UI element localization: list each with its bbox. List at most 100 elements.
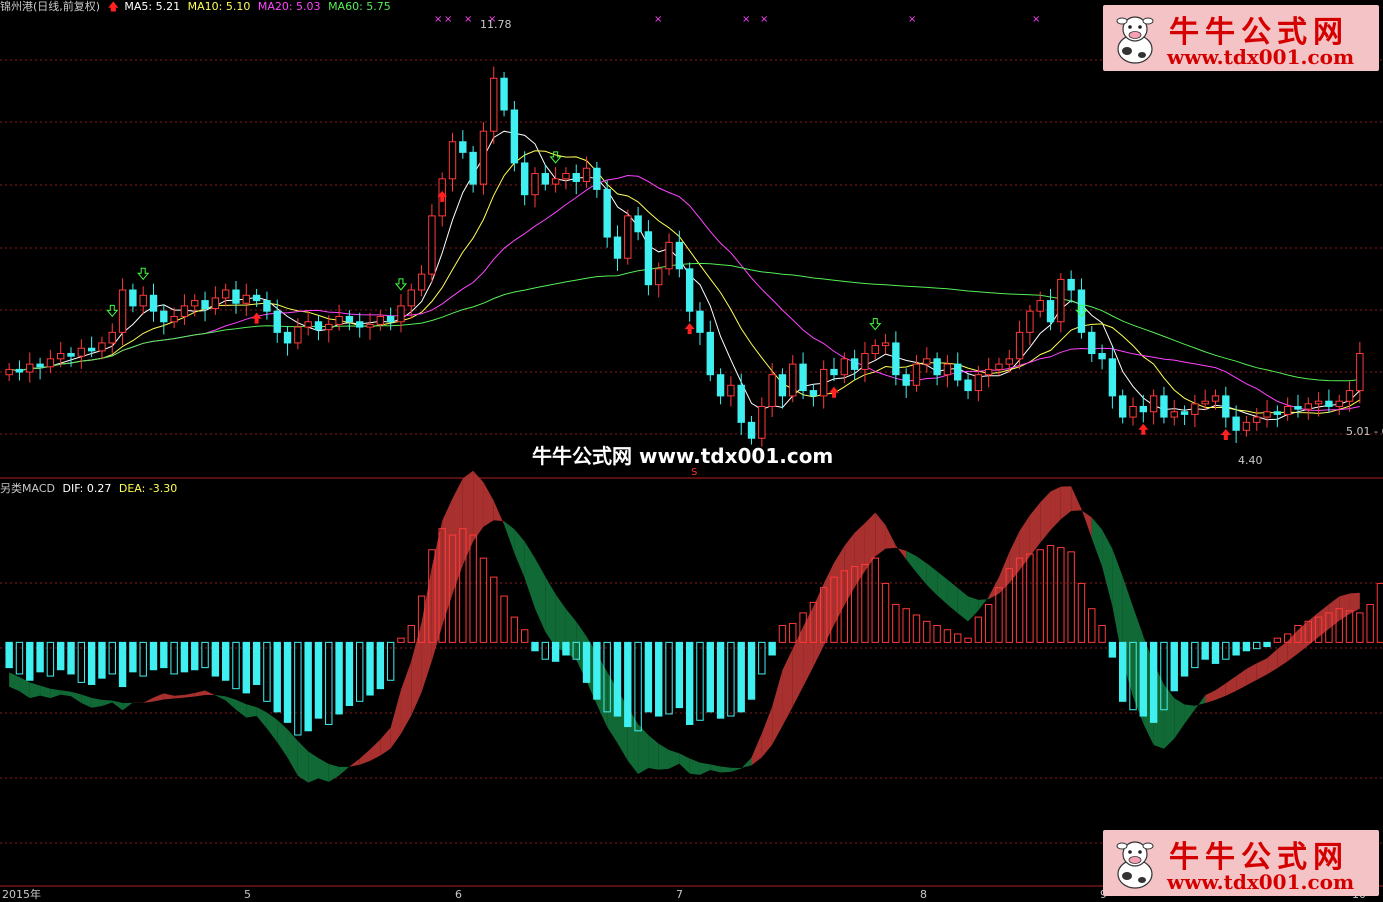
macd-band-segment	[514, 529, 525, 579]
macd-band-segment	[926, 563, 938, 596]
macd-band-segment	[937, 571, 948, 605]
x-marker-icon: ×	[742, 14, 750, 25]
macd-bar	[139, 641, 147, 677]
macd-bar	[562, 641, 570, 656]
buy-arrow-icon	[684, 323, 695, 335]
candle-body	[1015, 331, 1024, 360]
buy-arrow-icon	[829, 386, 840, 398]
watermark-top: 牛牛公式网 www.tdx001.com	[1103, 5, 1379, 71]
candle-body	[1149, 395, 1158, 413]
candle-body	[448, 141, 457, 180]
candle-body	[1263, 411, 1271, 418]
macd-band-segment	[205, 690, 216, 696]
macd-bar	[551, 641, 560, 662]
macd-bar	[1211, 641, 1220, 664]
macd-band-segment	[1236, 668, 1247, 691]
macd-band-segment	[318, 758, 329, 782]
candle-body	[98, 342, 106, 352]
macd-band-segment	[792, 626, 804, 707]
macd-band-segment	[524, 541, 535, 609]
candle-body	[716, 374, 725, 397]
macd-bar	[902, 608, 910, 643]
candle-body	[376, 315, 385, 325]
macd-bar	[98, 641, 106, 679]
candle-body	[1304, 403, 1312, 410]
ma5-label: MA5: 5.21	[124, 0, 181, 13]
macd-bar	[263, 641, 271, 702]
macd-band-segment	[473, 470, 484, 542]
macd-bar	[881, 582, 890, 643]
macd-bar	[479, 557, 488, 643]
macd-band-segment	[153, 693, 164, 702]
macd-bar	[242, 641, 250, 694]
macd-band-segment	[1287, 630, 1298, 662]
macd-bar	[613, 641, 622, 717]
macd-band-segment	[1339, 593, 1350, 621]
candle-body	[747, 421, 756, 439]
candle-body	[685, 268, 694, 312]
candle-body	[263, 300, 271, 312]
macd-band-segment	[1019, 515, 1030, 571]
macd-bar	[655, 641, 663, 717]
candle-body	[1191, 403, 1199, 415]
candle-body	[1160, 395, 1168, 418]
macd-band-segment	[823, 562, 835, 646]
candle-body	[335, 315, 343, 325]
candle-body	[160, 310, 168, 323]
candle-body	[541, 173, 550, 185]
macd-bar	[294, 641, 302, 736]
candle-body	[510, 109, 519, 164]
macd-band-segment	[339, 766, 350, 776]
sell-arrow-icon	[106, 304, 119, 318]
candle-body	[1253, 416, 1261, 423]
macd-bar	[933, 625, 941, 643]
candle-body	[15, 368, 24, 373]
macd-bar	[943, 629, 952, 643]
candle-body	[1057, 278, 1065, 323]
macd-band-segment	[1050, 486, 1061, 531]
candle-body	[428, 215, 436, 275]
candle-body	[727, 384, 735, 397]
up-arrow-icon: 🡅	[107, 0, 119, 13]
macd-bar	[1036, 549, 1044, 643]
candle-body	[242, 294, 250, 304]
macd-bar	[737, 641, 745, 713]
candle-body	[57, 353, 65, 360]
macd-band-segment	[916, 556, 927, 585]
macd-band-segment	[462, 470, 474, 566]
candle-body	[386, 315, 395, 323]
candle-body	[273, 310, 281, 333]
macd-bar	[5, 641, 13, 669]
macd-band-segment	[761, 706, 773, 758]
macd-band-segment	[679, 753, 690, 774]
macd-band-segment	[370, 739, 381, 761]
xaxis-label-3: 7	[676, 888, 683, 901]
macd-band-segment	[545, 576, 556, 648]
macd-bar	[984, 603, 993, 643]
macd-bar	[1345, 610, 1354, 643]
macd-band-segment	[328, 764, 340, 782]
macd-bar	[325, 641, 333, 725]
macd-band-segment	[741, 757, 752, 769]
macd-band-segment	[772, 670, 783, 745]
macd-bar	[67, 641, 75, 675]
watermark-bottom-url: www.tdx001.com	[1167, 870, 1355, 894]
macd-band-segment	[235, 699, 247, 718]
macd-band-segment	[60, 690, 72, 697]
macd-band-segment	[163, 693, 175, 700]
macd-bar	[768, 641, 776, 656]
ma20-line	[9, 174, 1360, 411]
macd-bar	[1232, 641, 1240, 656]
candle-body	[613, 236, 622, 259]
macd-band-segment	[689, 758, 700, 775]
candle-body	[1046, 300, 1055, 323]
macd-bar	[314, 641, 323, 719]
macd-bar	[1376, 582, 1383, 643]
candle-body	[304, 321, 312, 328]
candle-body	[531, 173, 539, 196]
candle-body	[407, 289, 415, 307]
candle-body	[129, 289, 137, 307]
candle-body	[1345, 390, 1354, 402]
candle-body	[356, 321, 364, 328]
macd-bar	[26, 641, 34, 681]
